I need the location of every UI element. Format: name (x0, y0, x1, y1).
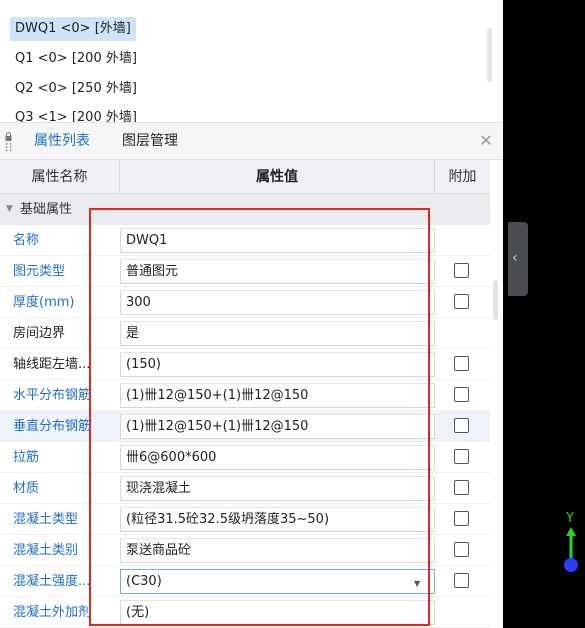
property-value-field[interactable]: (150) (120, 352, 435, 377)
property-value-field[interactable]: (粒径31.5砼32.5级坍落度35~50) (120, 507, 435, 532)
axis-gizmo: Y (564, 511, 578, 572)
property-panel: DWQ1 <0> [外墙] Q1 <0> [200 外墙] Q2 <0> [25… (0, 0, 503, 628)
property-value-field[interactable]: 现浇混凝土 (120, 476, 435, 501)
wall-list-item[interactable]: Q1 <0> [200 外墙] (10, 47, 142, 71)
property-name: 混凝土强度... (13, 574, 91, 589)
property-name: 厚度(mm) (13, 295, 75, 310)
extra-checkbox[interactable] (454, 418, 469, 433)
table-header: 属性名称 属性值 附加 (0, 160, 490, 194)
property-value-select[interactable]: (C30) (120, 569, 435, 594)
property-row[interactable]: 材质 现浇混凝土 (0, 473, 490, 504)
extra-checkbox[interactable] (454, 480, 469, 495)
dropdown-caret-icon[interactable]: ▼ (414, 579, 420, 588)
property-row[interactable]: 混凝土外加剂 (无) (0, 597, 490, 628)
extra-checkbox[interactable] (454, 573, 469, 588)
property-table: 属性名称 属性值 附加 ▼ 基础属性 名称 DWQ1 图元类型 普通图元厚度(mm) 3… (0, 160, 490, 628)
property-row[interactable]: 垂直分布钢筋 (1)卌12@150+(1)卌12@150 (0, 411, 490, 442)
tab-bar: 属性列表 图层管理 ✕ (0, 122, 503, 160)
property-row[interactable]: 轴线距左墙... (150) (0, 349, 490, 380)
property-value-field[interactable]: (1)卌12@150+(1)卌12@150 (120, 383, 435, 408)
property-name: 混凝土类型 (13, 512, 79, 527)
property-value-field[interactable]: (1)卌12@150+(1)卌12@150 (120, 414, 435, 439)
extra-checkbox[interactable] (454, 387, 469, 402)
extra-checkbox[interactable] (454, 263, 469, 278)
wall-list-item[interactable]: DWQ1 <0> [外墙] (10, 17, 136, 41)
property-value-field[interactable]: (无) (120, 600, 435, 625)
property-name: 垂直分布钢筋 (13, 419, 92, 434)
property-value-field[interactable]: DWQ1 (120, 228, 435, 253)
header-value: 属性值 (120, 160, 435, 194)
property-row[interactable]: 房间边界 是 (0, 318, 490, 349)
property-name: 拉筋 (13, 450, 40, 465)
property-name: 房间边界 (13, 326, 66, 341)
axis-y-label: Y (565, 511, 574, 526)
collapse-chevron-icon[interactable]: ‹ (512, 249, 518, 267)
property-row[interactable]: 厚度(mm) 300 (0, 287, 490, 318)
wall-list-item[interactable]: Q2 <0> [250 外墙] (10, 77, 142, 101)
property-value-field[interactable]: 卌6@600*600 (120, 445, 435, 470)
property-row[interactable]: 拉筋 卌6@600*600 (0, 442, 490, 473)
wall-list-item[interactable]: Q3 <1> [200 外墙] (10, 106, 142, 122)
wall-list-scrollbar[interactable] (487, 28, 492, 82)
extra-checkbox[interactable] (454, 511, 469, 526)
section-row[interactable]: ▼ 基础属性 (0, 194, 490, 225)
header-extra: 附加 (448, 169, 477, 185)
property-name: 名称 (13, 233, 40, 248)
property-name: 轴线距左墙... (13, 357, 91, 372)
wall-list: DWQ1 <0> [外墙] Q1 <0> [200 外墙] Q2 <0> [25… (0, 0, 503, 122)
property-row[interactable]: 混凝土强度... (C30) ▼ (0, 566, 490, 597)
property-name: 混凝土类别 (13, 543, 79, 558)
header-name: 属性名称 (0, 160, 120, 194)
property-row[interactable]: 水平分布钢筋 (1)卌12@150+(1)卌12@150 (0, 380, 490, 411)
property-name: 图元类型 (13, 264, 66, 279)
section-label: 基础属性 (20, 202, 73, 217)
table-scrollbar[interactable] (493, 280, 498, 320)
property-value-field[interactable]: 泵送商品砼 (120, 538, 435, 563)
property-row[interactable]: 混凝土类别 泵送商品砼 (0, 535, 490, 566)
property-name: 材质 (13, 481, 40, 496)
tab-layers[interactable]: 图层管理 (122, 123, 178, 160)
property-name: 水平分布钢筋 (13, 388, 92, 403)
collapse-tab[interactable]: ‹ (508, 222, 528, 296)
extra-checkbox[interactable] (454, 294, 469, 309)
property-row[interactable]: 图元类型 普通图元 (0, 256, 490, 287)
tab-properties[interactable]: 属性列表 (34, 123, 90, 160)
property-value-field[interactable]: 是 (120, 321, 435, 346)
extra-checkbox[interactable] (454, 356, 469, 371)
property-value-field[interactable]: 普通图元 (120, 259, 435, 284)
section-caret-icon[interactable]: ▼ (6, 203, 14, 215)
property-value-field[interactable]: 300 (120, 290, 435, 315)
extra-checkbox[interactable] (454, 542, 469, 557)
lock-icon[interactable] (4, 132, 13, 152)
property-name: 混凝土外加剂 (13, 605, 92, 620)
property-row[interactable]: 名称 DWQ1 (0, 225, 490, 256)
close-icon[interactable]: ✕ (477, 132, 495, 150)
extra-checkbox[interactable] (454, 449, 469, 464)
property-row[interactable]: 混凝土类型 (粒径31.5砼32.5级坍落度35~50) (0, 504, 490, 535)
